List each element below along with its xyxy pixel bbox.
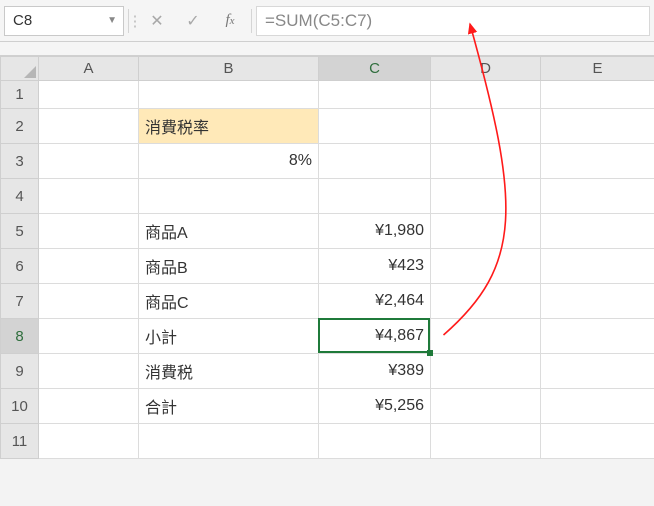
row-header-9[interactable]: 9 — [1, 354, 39, 389]
cell-E8[interactable] — [541, 319, 654, 354]
cell-C2[interactable] — [319, 109, 431, 144]
divider-dots-icon: ⋮ — [133, 10, 137, 32]
cell-D3[interactable] — [431, 144, 541, 179]
worksheet-grid[interactable]: A B C D E 1 2 消費税率 3 8% 4 5 — [0, 56, 654, 459]
cell-A2[interactable] — [39, 109, 139, 144]
cell-A4[interactable] — [39, 179, 139, 214]
cell-D9[interactable] — [431, 354, 541, 389]
row-header-3[interactable]: 3 — [1, 144, 39, 179]
row-header-5[interactable]: 5 — [1, 214, 39, 249]
name-box[interactable]: C8 ▼ — [4, 6, 124, 36]
cell-D1[interactable] — [431, 81, 541, 109]
cell-E10[interactable] — [541, 389, 654, 424]
cell-B5[interactable]: 商品A — [139, 214, 319, 249]
cell-C1[interactable] — [319, 81, 431, 109]
cell-A11[interactable] — [39, 424, 139, 459]
cell-A7[interactable] — [39, 284, 139, 319]
toolbar-spacer — [0, 42, 654, 56]
cell-B6[interactable]: 商品B — [139, 249, 319, 284]
cell-B7[interactable]: 商品C — [139, 284, 319, 319]
cell-D4[interactable] — [431, 179, 541, 214]
col-header-A[interactable]: A — [39, 57, 139, 81]
enter-button[interactable]: ✓ — [177, 7, 209, 35]
cell-E9[interactable] — [541, 354, 654, 389]
cell-B11[interactable] — [139, 424, 319, 459]
select-all-corner[interactable] — [1, 57, 39, 81]
x-icon: ✕ — [150, 11, 163, 31]
row-header-1[interactable]: 1 — [1, 81, 39, 109]
cell-E1[interactable] — [541, 81, 654, 109]
cell-B8[interactable]: 小計 — [139, 319, 319, 354]
cell-D10[interactable] — [431, 389, 541, 424]
row-header-7[interactable]: 7 — [1, 284, 39, 319]
row-header-8[interactable]: 8 — [1, 319, 39, 354]
cell-A6[interactable] — [39, 249, 139, 284]
cell-B9[interactable]: 消費税 — [139, 354, 319, 389]
cell-B2[interactable]: 消費税率 — [139, 109, 319, 144]
row-header-10[interactable]: 10 — [1, 389, 39, 424]
cell-B10[interactable]: 合計 — [139, 389, 319, 424]
row-header-4[interactable]: 4 — [1, 179, 39, 214]
col-header-C[interactable]: C — [319, 57, 431, 81]
cancel-button[interactable]: ✕ — [141, 7, 173, 35]
cell-C5[interactable]: ¥1,980 — [319, 214, 431, 249]
row-header-11[interactable]: 11 — [1, 424, 39, 459]
cell-E6[interactable] — [541, 249, 654, 284]
cell-C3[interactable] — [319, 144, 431, 179]
cell-E11[interactable] — [541, 424, 654, 459]
formula-input[interactable]: =SUM(C5:C7) — [256, 6, 650, 36]
fx-icon: fx — [225, 12, 234, 28]
spreadsheet-table: A B C D E 1 2 消費税率 3 8% 4 5 — [0, 56, 654, 459]
cell-C11[interactable] — [319, 424, 431, 459]
name-box-dropdown-icon[interactable]: ▼ — [107, 15, 117, 26]
cell-C10[interactable]: ¥5,256 — [319, 389, 431, 424]
check-icon: ✓ — [186, 11, 199, 31]
separator — [251, 9, 252, 33]
cell-D6[interactable] — [431, 249, 541, 284]
row-header-2[interactable]: 2 — [1, 109, 39, 144]
cell-E3[interactable] — [541, 144, 654, 179]
cell-E4[interactable] — [541, 179, 654, 214]
cell-C8[interactable]: ¥4,867 — [319, 319, 431, 354]
cell-A8[interactable] — [39, 319, 139, 354]
cell-C6[interactable]: ¥423 — [319, 249, 431, 284]
col-header-D[interactable]: D — [431, 57, 541, 81]
col-header-B[interactable]: B — [139, 57, 319, 81]
cell-C7[interactable]: ¥2,464 — [319, 284, 431, 319]
cell-A3[interactable] — [39, 144, 139, 179]
cell-C9[interactable]: ¥389 — [319, 354, 431, 389]
row-header-6[interactable]: 6 — [1, 249, 39, 284]
fill-handle[interactable] — [427, 350, 433, 356]
cell-A9[interactable] — [39, 354, 139, 389]
cell-B1[interactable] — [139, 81, 319, 109]
cell-A5[interactable] — [39, 214, 139, 249]
formula-bar: C8 ▼ ⋮ ✕ ✓ fx =SUM(C5:C7) — [0, 0, 654, 42]
cell-E7[interactable] — [541, 284, 654, 319]
cell-B4[interactable] — [139, 179, 319, 214]
cell-E5[interactable] — [541, 214, 654, 249]
cell-C4[interactable] — [319, 179, 431, 214]
cell-A1[interactable] — [39, 81, 139, 109]
cell-D5[interactable] — [431, 214, 541, 249]
col-header-E[interactable]: E — [541, 57, 654, 81]
formula-input-value: =SUM(C5:C7) — [265, 11, 372, 31]
cell-B3[interactable]: 8% — [139, 144, 319, 179]
cell-A10[interactable] — [39, 389, 139, 424]
cell-D11[interactable] — [431, 424, 541, 459]
name-box-value: C8 — [13, 12, 32, 29]
cell-E2[interactable] — [541, 109, 654, 144]
cell-D8[interactable] — [431, 319, 541, 354]
insert-function-button[interactable]: fx — [213, 12, 247, 29]
cell-D7[interactable] — [431, 284, 541, 319]
cell-D2[interactable] — [431, 109, 541, 144]
